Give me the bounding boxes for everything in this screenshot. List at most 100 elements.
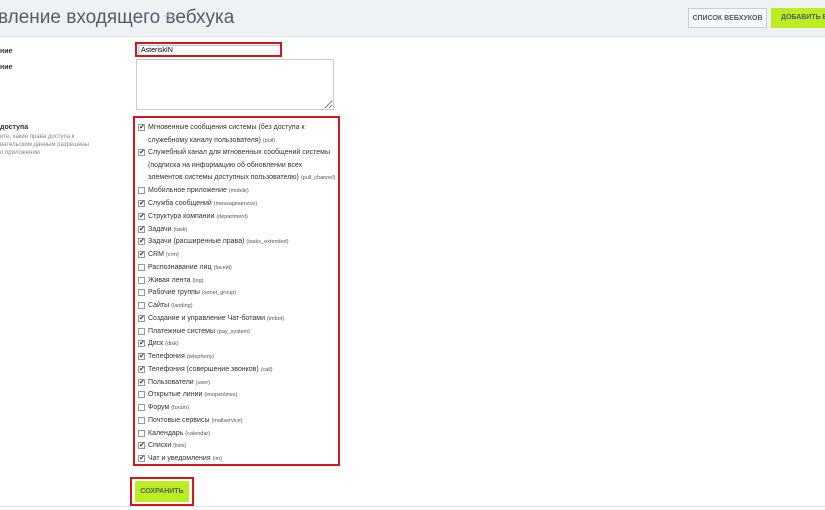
checkbox-checked-icon[interactable]: ✔ [138, 124, 145, 131]
scope-code: (mobile) [228, 188, 249, 194]
access-hint: ите, какие права доступа к вательским да… [0, 133, 110, 157]
scope-label: Списки (lists) [148, 442, 187, 449]
add-webhook-button[interactable]: ДОБАВИТЬ ВЕБ [771, 8, 825, 28]
checkbox-icon[interactable] [138, 417, 145, 424]
scope-label: Рабочие группы (sonet_group) [148, 289, 237, 296]
scope-code: (sonet_group) [201, 290, 237, 296]
checkbox-checked-icon[interactable]: ✔ [138, 442, 145, 449]
scope-item[interactable]: Мобильное приложение (mobile) [138, 185, 338, 198]
scope-label: Календарь (calendar) [148, 430, 211, 437]
scope-item[interactable]: ✔ Телефония (telephony) [138, 351, 338, 364]
checkbox-checked-icon[interactable]: ✔ [138, 455, 145, 462]
scope-code: (lists) [173, 443, 187, 449]
scope-item[interactable]: Живая лента (log) [138, 275, 338, 288]
scope-label: Сайты (landing) [148, 302, 193, 309]
scope-item[interactable]: Открытые линии (imopenlines) [138, 389, 338, 402]
access-hint-line: о приложению [0, 150, 41, 156]
scope-code: (user) [195, 380, 211, 386]
scope-code: (pull_channel) [300, 175, 336, 181]
scope-label: Создание и управление Чат-ботами (imbot) [148, 315, 285, 322]
scope-item[interactable]: ✔ CRM (crm) [138, 249, 338, 262]
scope-label: Структура компании (department) [148, 213, 248, 220]
scope-code: (telephony) [186, 354, 215, 360]
scope-label: Форум (forum) [148, 404, 189, 411]
access-hint-line: вательским данным разрешены [0, 142, 89, 148]
scope-item[interactable]: ✔ Задачи (task) [138, 224, 338, 237]
scope-code: (faceid) [213, 265, 232, 271]
checkbox-checked-icon[interactable]: ✔ [138, 226, 145, 233]
scope-item[interactable]: Сайты (landing) [138, 300, 338, 313]
checkbox-checked-icon[interactable]: ✔ [138, 213, 145, 220]
checkbox-icon[interactable] [138, 289, 145, 296]
scope-item[interactable]: ✔ Структура компании (department) [138, 211, 338, 224]
checkbox-icon[interactable] [138, 302, 145, 309]
name-highlight [135, 42, 282, 57]
scope-label: Мобильное приложение (mobile) [148, 187, 249, 194]
bottom-divider [0, 506, 825, 507]
name-label: ние [0, 48, 13, 55]
scope-code: (landing) [171, 303, 193, 309]
scope-item[interactable]: Распознавание лиц (faceid) [138, 262, 338, 275]
checkbox-checked-icon[interactable]: ✔ [138, 200, 145, 207]
scope-item[interactable]: ✔ Служебный канал для мгновенных сообщени… [138, 147, 338, 185]
scope-code: (im) [212, 456, 223, 462]
page-title: вление входящего вебхука [0, 7, 235, 28]
scope-code: (mailservice) [211, 418, 243, 424]
scope-item[interactable]: ✔ Телефония (совершение звонков) (call) [138, 364, 338, 377]
scope-item[interactable]: Календарь (calendar) [138, 428, 338, 441]
scope-item[interactable]: ✔ Мгновенные сообщения системы (без досту… [138, 122, 338, 147]
checkbox-checked-icon[interactable]: ✔ [138, 340, 145, 347]
checkbox-checked-icon[interactable]: ✔ [138, 238, 145, 245]
scope-item[interactable]: ✔ Задачи (расширенные права) (tasks_exten… [138, 236, 338, 249]
scope-item[interactable]: Платежные системы (pay_system) [138, 326, 338, 339]
scope-item[interactable]: ✔ Создание и управление Чат-ботами (imbot… [138, 313, 338, 326]
checkbox-icon[interactable] [138, 404, 145, 411]
checkbox-checked-icon[interactable]: ✔ [138, 251, 145, 258]
scope-item[interactable]: ✔ Списки (lists) [138, 440, 338, 453]
scope-item[interactable]: Рабочие группы (sonet_group) [138, 287, 338, 300]
scope-item[interactable]: Почтовые сервисы (mailservice) [138, 415, 338, 428]
description-textarea[interactable] [136, 59, 334, 110]
scope-item[interactable]: ✔ Чат и уведомления (im) [138, 453, 338, 466]
checkbox-icon[interactable] [138, 391, 145, 398]
checkbox-checked-icon[interactable]: ✔ [138, 149, 145, 156]
scope-item[interactable]: Форум (forum) [138, 402, 338, 415]
checkbox-icon[interactable] [138, 430, 145, 437]
scope-label: Задачи (task) [148, 226, 188, 233]
scope-code: (imopenlines) [204, 392, 238, 398]
scope-label: Задачи (расширенные права) (tasks_extend… [148, 238, 289, 245]
scope-label: CRM (crm) [148, 251, 179, 258]
scope-code: (forum) [171, 405, 189, 411]
scope-code: (disk) [165, 341, 179, 347]
save-button[interactable]: СОХРАНИТЬ [135, 481, 189, 502]
access-hint-line: ите, какие права доступа к [0, 134, 75, 140]
scope-code: (messageservice) [213, 201, 258, 207]
star-icon[interactable]: ☆ [162, 8, 175, 26]
scope-label: Открытые линии (imopenlines) [148, 391, 238, 398]
scope-label: Телефония (telephony) [148, 353, 215, 360]
scope-item[interactable]: ✔ Диск (disk) [138, 338, 338, 351]
checkbox-checked-icon[interactable]: ✔ [138, 315, 145, 322]
checkbox-icon[interactable] [138, 187, 145, 194]
scope-item[interactable]: ✔ Служба сообщений (messageservice) [138, 198, 338, 211]
scope-code: (department) [216, 214, 248, 220]
checkbox-checked-icon[interactable]: ✔ [138, 353, 145, 360]
scope-label: Пользователи (user) [148, 379, 211, 386]
top-bar: вление входящего вебхука ☆ СПИСОК ВЕБХУК… [0, 0, 825, 37]
scope-label: Диск (disk) [148, 340, 179, 347]
scope-label: Платежные системы (pay_system) [148, 328, 250, 335]
access-label: доступа [0, 124, 29, 131]
scope-code: (log) [192, 278, 204, 284]
scope-code: (pull) [262, 137, 276, 144]
checkbox-checked-icon[interactable]: ✔ [138, 379, 145, 386]
scope-label: Чат и уведомления (im) [148, 455, 223, 462]
webhook-list-button[interactable]: СПИСОК ВЕБХУКОВ [688, 8, 767, 28]
checkbox-icon[interactable] [138, 328, 145, 335]
scope-code: (imbot) [266, 316, 285, 322]
scope-label: Служебный канал для мгновенных сообщений… [148, 149, 336, 181]
checkbox-icon[interactable] [138, 264, 145, 271]
checkbox-checked-icon[interactable]: ✔ [138, 366, 145, 373]
scope-item[interactable]: ✔ Пользователи (user) [138, 377, 338, 390]
scope-label: Мгновенные сообщения системы (без доступ… [148, 124, 305, 144]
checkbox-icon[interactable] [138, 277, 145, 284]
